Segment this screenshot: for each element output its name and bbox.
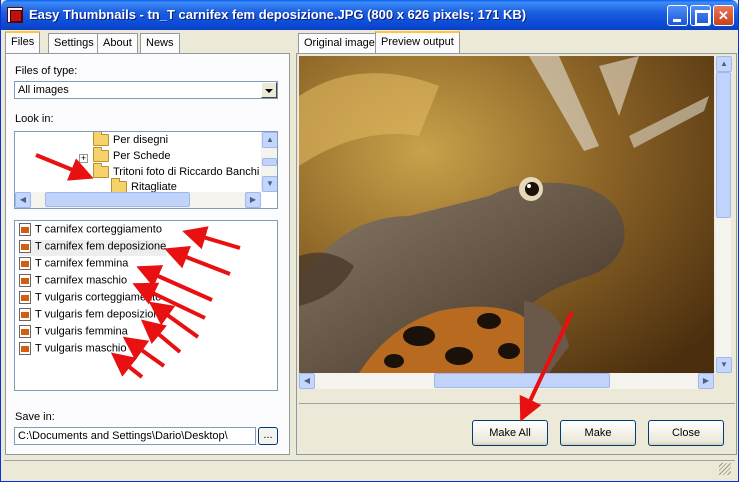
tab-files-label: Files	[11, 36, 35, 48]
scroll-down-icon[interactable]: ▼	[262, 176, 277, 192]
tab-about[interactable]: About	[97, 33, 138, 53]
list-item[interactable]: T vulgaris fem deposizione	[19, 308, 166, 324]
list-item[interactable]: T carnifex corteggiamento	[19, 223, 162, 239]
maximize-button[interactable]	[690, 5, 711, 26]
file-list[interactable]: T carnifex corteggiamento T carnifex fem…	[14, 220, 278, 391]
preview-image	[299, 56, 714, 373]
scroll-down-icon[interactable]: ▼	[716, 357, 732, 373]
preview-horizontal-scrollbar[interactable]: ◀ ▶	[299, 373, 714, 389]
app-window: Easy Thumbnails - tn_T carnifex fem depo…	[0, 0, 739, 482]
image-file-icon	[19, 325, 31, 338]
look-in-label: Look in:	[15, 113, 54, 125]
minimize-button[interactable]	[667, 5, 688, 26]
tab-settings-label: Settings	[54, 37, 94, 49]
files-of-type-label: Files of type:	[15, 65, 78, 77]
newt-photo	[299, 56, 714, 373]
scroll-thumb[interactable]	[716, 72, 731, 218]
tree-item-label: Per Schede	[113, 150, 171, 162]
image-file-icon	[19, 257, 31, 270]
list-item-label: T carnifex femmina	[35, 257, 129, 270]
list-item-label: T carnifex corteggiamento	[35, 223, 162, 236]
folder-icon	[93, 147, 109, 163]
folder-open-icon	[93, 163, 109, 179]
make-button[interactable]: Make	[560, 420, 636, 446]
scroll-up-icon[interactable]: ▲	[262, 132, 277, 148]
folder-tree[interactable]: Per disegni + Per Schede Tritoni foto di…	[14, 131, 278, 209]
tab-news-label: News	[146, 37, 174, 49]
window-title: Easy Thumbnails - tn_T carnifex fem depo…	[29, 7, 527, 22]
tab-original-image-label: Original image	[304, 37, 375, 49]
list-item-selected[interactable]: T carnifex fem deposizione	[19, 240, 167, 256]
image-file-icon	[19, 308, 31, 321]
image-file-icon	[19, 274, 31, 287]
tree-item-per-schede[interactable]: Per Schede	[93, 147, 171, 166]
tree-horizontal-scrollbar[interactable]: ◀ ▶	[15, 192, 261, 208]
scroll-thumb[interactable]	[45, 192, 190, 207]
files-of-type-select[interactable]: All images	[14, 81, 278, 99]
tab-preview-output[interactable]: Preview output	[375, 31, 460, 53]
tab-preview-output-label: Preview output	[381, 36, 454, 48]
title-bar[interactable]: Easy Thumbnails - tn_T carnifex fem depo…	[1, 0, 738, 30]
tab-original-image[interactable]: Original image	[298, 33, 381, 53]
scroll-left-icon[interactable]: ◀	[299, 373, 315, 389]
scroll-thumb[interactable]	[262, 158, 277, 166]
image-file-icon	[19, 223, 31, 236]
image-file-icon	[19, 291, 31, 304]
scroll-right-icon[interactable]: ▶	[698, 373, 714, 389]
list-item[interactable]: T carnifex femmina	[19, 257, 128, 273]
save-in-label: Save in:	[15, 411, 55, 423]
tree-item-label: Tritoni foto di Riccardo Banchi	[113, 166, 260, 178]
expand-icon[interactable]: +	[79, 154, 88, 163]
tab-about-label: About	[103, 37, 132, 49]
app-icon[interactable]	[7, 7, 23, 23]
save-in-field[interactable]: C:\Documents and Settings\Dario\Desktop\	[14, 427, 256, 445]
close-button[interactable]: Close	[648, 420, 724, 446]
image-file-icon	[19, 240, 31, 253]
list-item-label: T vulgaris femmina	[35, 325, 128, 338]
list-item[interactable]: T vulgaris femmina	[19, 325, 128, 341]
list-item[interactable]: T vulgaris maschio	[19, 342, 127, 358]
list-item-label: T carnifex fem deposizione	[35, 240, 167, 253]
scroll-right-icon[interactable]: ▶	[245, 192, 261, 208]
tab-files[interactable]: Files	[5, 31, 41, 53]
scroll-left-icon[interactable]: ◀	[15, 192, 31, 208]
tree-vertical-scrollbar[interactable]: ▲ ▼	[261, 132, 277, 192]
scroll-up-icon[interactable]: ▲	[716, 56, 732, 72]
make-all-button[interactable]: Make All	[472, 420, 548, 446]
list-item-label: T vulgaris fem deposizione	[35, 308, 166, 321]
browse-button[interactable]: ...	[258, 427, 278, 445]
tab-news[interactable]: News	[140, 33, 180, 53]
list-item-label: T vulgaris corteggiamento	[35, 291, 162, 304]
tree-item-label: Per disegni	[113, 134, 169, 146]
tree-item-per-disegni[interactable]: Per disegni	[93, 132, 169, 150]
files-of-type-value: All images	[18, 84, 69, 96]
list-item[interactable]: T carnifex maschio	[19, 274, 127, 290]
image-file-icon	[19, 342, 31, 355]
resize-grip-icon[interactable]	[719, 463, 731, 475]
list-item-label: T vulgaris maschio	[35, 342, 127, 355]
close-window-button[interactable]	[713, 5, 734, 26]
divider	[299, 403, 735, 404]
chevron-down-icon[interactable]	[261, 82, 277, 98]
tab-settings[interactable]: Settings	[48, 33, 100, 53]
list-item-label: T carnifex maschio	[35, 274, 128, 287]
status-bar	[4, 460, 735, 478]
scroll-thumb[interactable]	[434, 373, 610, 388]
list-item[interactable]: T vulgaris corteggiamento	[19, 291, 161, 307]
preview-vertical-scrollbar[interactable]: ▲ ▼	[715, 56, 732, 373]
folder-icon	[93, 132, 109, 147]
